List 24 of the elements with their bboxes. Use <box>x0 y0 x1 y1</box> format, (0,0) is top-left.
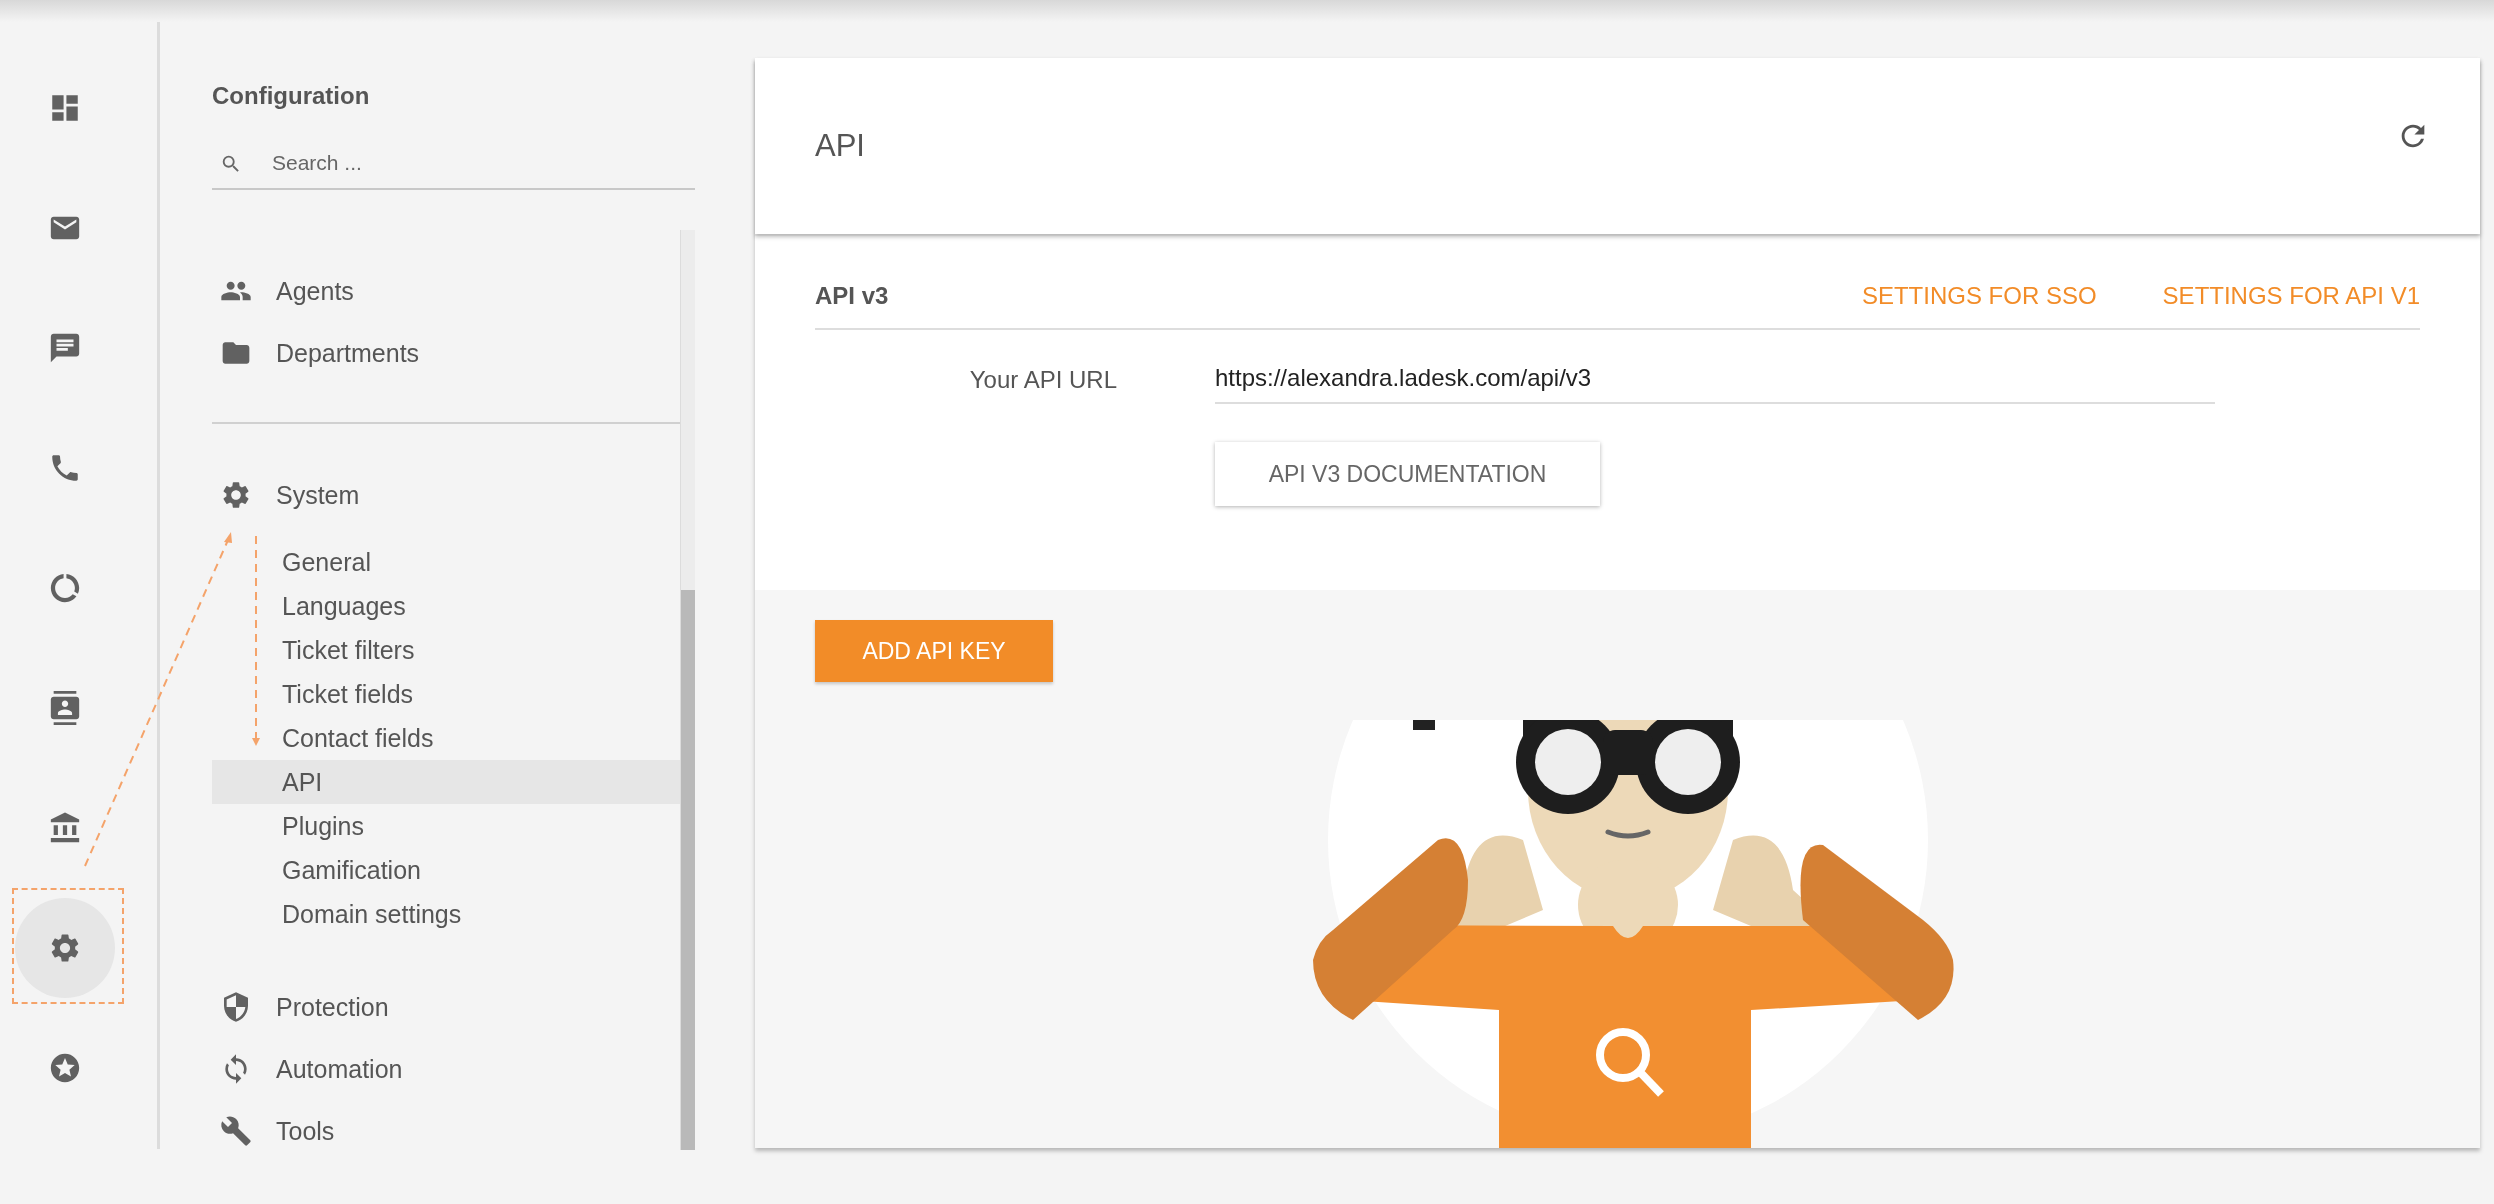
submenu-item[interactable]: Plugins <box>212 804 680 848</box>
menu-item[interactable]: Protection <box>212 976 680 1038</box>
sidebar-title: Configuration <box>212 82 371 110</box>
submenu-item[interactable]: Ticket fields <box>212 672 680 716</box>
submenu-item[interactable]: Ticket filters <box>212 628 680 672</box>
menu-item[interactable]: Agents <box>212 260 680 322</box>
field-label: Your API URL <box>968 365 1118 394</box>
menu-item[interactable]: Automation <box>212 1038 680 1100</box>
menu-item[interactable]: Tools <box>212 1100 680 1162</box>
page-title: API <box>815 128 865 164</box>
submenu-item[interactable]: API <box>212 760 680 804</box>
submenu-item[interactable]: General <box>212 540 680 584</box>
scrollbar-thumb[interactable] <box>681 590 695 1150</box>
section-title: API v3 <box>815 282 890 310</box>
search-icon <box>220 153 242 175</box>
search-field[interactable]: Search ... <box>212 138 695 190</box>
submenu-item[interactable]: Domain settings <box>212 892 680 936</box>
menu-item[interactable]: Departments <box>212 322 680 384</box>
api-url-field[interactable]: https://alexandra.ladesk.com/api/v3 <box>1215 360 2215 404</box>
submenu-item[interactable]: Languages <box>212 584 680 628</box>
menu-item[interactable]: System <box>212 464 680 526</box>
documentation-button[interactable]: API V3 DOCUMENTATION <box>1215 442 1600 506</box>
submenu-item[interactable]: Gamification <box>212 848 680 892</box>
submenu-item[interactable]: Contact fields <box>212 716 680 760</box>
